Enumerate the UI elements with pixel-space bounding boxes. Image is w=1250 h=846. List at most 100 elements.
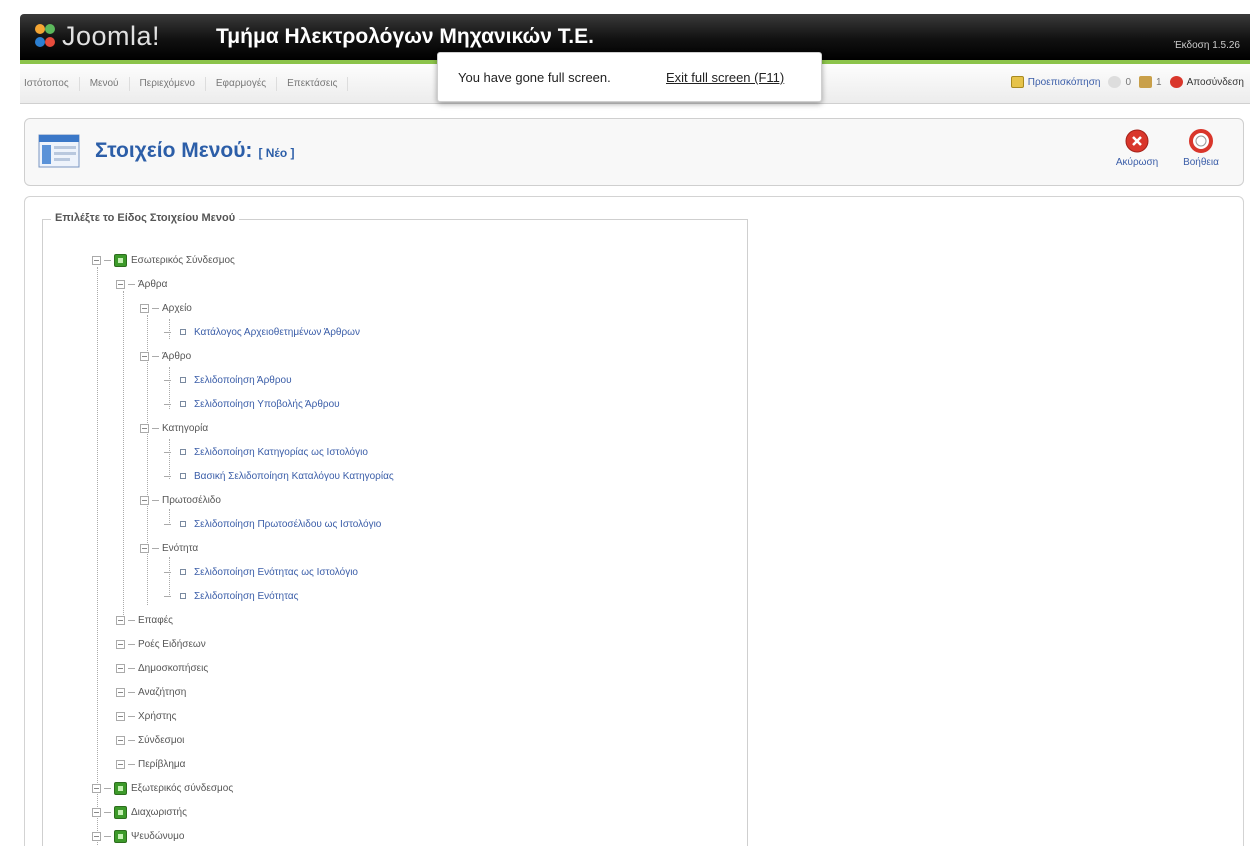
tree-leaf-frontpage-blog[interactable]: Σελιδοποίηση Πρωτοσέλιδου ως Ιστολόγιο (164, 516, 381, 532)
tree-node-alias[interactable]: Ψευδώνυμο (92, 828, 184, 844)
menu-components[interactable]: Εφαρμογές (206, 77, 278, 91)
leaf-bullet-icon (180, 377, 186, 383)
users-status[interactable]: 1 (1139, 76, 1162, 88)
tree-node-internal[interactable]: Εσωτερικός Σύνδεσμος (92, 252, 235, 268)
tree-label: Χρήστης (138, 710, 177, 722)
tree-label: Κατηγορία (162, 422, 209, 434)
tree-leaf-category-blog[interactable]: Σελιδοποίηση Κατηγορίας ως Ιστολόγιο (164, 444, 368, 460)
separator-icon (114, 805, 127, 819)
users-icon (1139, 76, 1153, 88)
menu-content[interactable]: Περιεχόμενο (130, 77, 206, 91)
leaf-bullet-icon (180, 473, 186, 479)
tree-dash (152, 547, 159, 549)
tree-label: Ροές Ειδήσεων (138, 638, 206, 650)
exit-fullscreen-link[interactable]: Exit full screen (F11) (666, 70, 784, 85)
tree-node-contacts[interactable]: Επαφές (116, 612, 173, 628)
tree-node-polls[interactable]: Δημοσκοπήσεις (116, 660, 208, 676)
expand-toggle-icon[interactable] (116, 615, 125, 625)
expand-toggle-icon[interactable] (116, 759, 125, 769)
collapse-toggle-icon[interactable] (140, 543, 149, 553)
tree-node-articles[interactable]: Άρθρα (116, 276, 167, 292)
tree-link: Σελιδοποίηση Ενότητας ως Ιστολόγιο (194, 566, 358, 578)
tree-node-external[interactable]: Εξωτερικός σύνδεσμος (92, 780, 233, 796)
tree-label: Αναζήτηση (138, 686, 187, 698)
leaf-bullet-icon (180, 593, 186, 599)
tree-label: Περίβλημα (138, 758, 186, 770)
logout-link[interactable]: Αποσύνδεση (1169, 76, 1244, 88)
expand-toggle-icon[interactable] (116, 639, 125, 649)
tree-dash (104, 835, 111, 837)
collapse-toggle-icon[interactable] (140, 351, 149, 361)
collapse-toggle-icon[interactable] (140, 303, 149, 313)
tree-dash (164, 571, 171, 573)
tree-leaf-archive-list[interactable]: Κατάλογος Αρχειοθετημένων Άρθρων (164, 324, 360, 340)
cancel-label: Ακύρωση (1115, 157, 1159, 168)
menu-extensions[interactable]: Επεκτάσεις (277, 77, 349, 91)
expand-toggle-icon[interactable] (92, 783, 101, 793)
preview-link[interactable]: Προεπισκόπηση (1010, 76, 1100, 88)
tree-label: Δημοσκοπήσεις (138, 662, 209, 674)
collapse-toggle-icon[interactable] (116, 279, 125, 289)
leaf-bullet-icon (180, 401, 186, 407)
joomla-brand: Joomla! (62, 21, 161, 51)
tree-label: Αρχείο (162, 302, 192, 314)
fullscreen-message: You have gone full screen. (458, 70, 611, 85)
page: Joomla! Τμήμα Ηλεκτρολόγων Μηχανικών Τ.Ε… (0, 0, 1250, 846)
tree-node-search[interactable]: Αναζήτηση (116, 684, 186, 700)
tree-dash (128, 619, 135, 621)
tree-label: Ενότητα (162, 542, 199, 554)
tree-node-frontpage[interactable]: Πρωτοσέλιδο (140, 492, 221, 508)
tree-leaf-article-layout[interactable]: Σελιδοποίηση Άρθρου (164, 372, 292, 388)
tree-link: Σελιδοποίηση Υποβολής Άρθρου (194, 398, 340, 410)
tree-link: Κατάλογος Αρχειοθετημένων Άρθρων (194, 326, 360, 338)
tree-dash (164, 331, 171, 333)
tree-node-separator[interactable]: Διαχωριστής (92, 804, 187, 820)
tree-dash (128, 283, 135, 285)
tree-dash (164, 475, 171, 477)
tree-node-category[interactable]: Κατηγορία (140, 420, 208, 436)
menu-menus[interactable]: Μενού (80, 77, 130, 91)
tree-leaf-article-submit[interactable]: Σελιδοποίηση Υποβολής Άρθρου (164, 396, 340, 412)
collapse-toggle-icon[interactable] (92, 255, 101, 265)
help-button[interactable]: Βοήθεια (1179, 129, 1223, 168)
messages-status[interactable]: 0 (1108, 76, 1131, 88)
tree-dash (128, 715, 135, 717)
tree-label: Άρθρα (138, 278, 168, 290)
leaf-bullet-icon (180, 449, 186, 455)
expand-toggle-icon[interactable] (116, 735, 125, 745)
tree-node-weblinks[interactable]: Σύνδεσμοι (116, 732, 184, 748)
tree-leaf-category-list[interactable]: Βασική Σελιδοποίηση Καταλόγου Κατηγορίας (164, 468, 394, 484)
tree-dash (164, 523, 171, 525)
leaf-bullet-icon (180, 521, 186, 527)
cancel-button[interactable]: Ακύρωση (1115, 129, 1159, 168)
page-title-text: Στοιχείο Μενού: (95, 139, 253, 162)
site-title: Τμήμα Ηλεκτρολόγων Μηχανικών Τ.Ε. (216, 25, 594, 48)
collapse-toggle-icon[interactable] (140, 423, 149, 433)
tree-leaf-section-layout[interactable]: Σελιδοποίηση Ενότητας (164, 588, 298, 604)
expand-toggle-icon[interactable] (92, 831, 101, 841)
tree-node-newsfeeds[interactable]: Ροές Ειδήσεων (116, 636, 206, 652)
tree-node-article[interactable]: Άρθρο (140, 348, 191, 364)
collapse-toggle-icon[interactable] (140, 495, 149, 505)
tree-leaf-section-blog[interactable]: Σελιδοποίηση Ενότητας ως Ιστολόγιο (164, 564, 358, 580)
tree-node-section[interactable]: Ενότητα (140, 540, 198, 556)
tree-dash (152, 307, 159, 309)
expand-toggle-icon[interactable] (116, 663, 125, 673)
messages-count: 0 (1125, 76, 1132, 88)
tree-node-user[interactable]: Χρήστης (116, 708, 176, 724)
tree-node-archive[interactable]: Αρχείο (140, 300, 192, 316)
tree-dash (164, 595, 171, 597)
menu-site[interactable]: Ιστότοπος (20, 77, 80, 91)
expand-toggle-icon[interactable] (116, 711, 125, 721)
alias-icon (114, 829, 127, 843)
expand-toggle-icon[interactable] (116, 687, 125, 697)
tree-label: Άρθρο (162, 350, 192, 362)
tree-label: Σύνδεσμοι (138, 734, 185, 746)
tree-node-wrapper[interactable]: Περίβλημα (116, 756, 185, 772)
tree-dash (152, 499, 159, 501)
tree-link: Σελιδοποίηση Κατηγορίας ως Ιστολόγιο (194, 446, 368, 458)
preview-icon (1010, 76, 1024, 88)
expand-toggle-icon[interactable] (92, 807, 101, 817)
tree-dash (104, 787, 111, 789)
tree-link: Σελιδοποίηση Ενότητας (194, 590, 299, 602)
